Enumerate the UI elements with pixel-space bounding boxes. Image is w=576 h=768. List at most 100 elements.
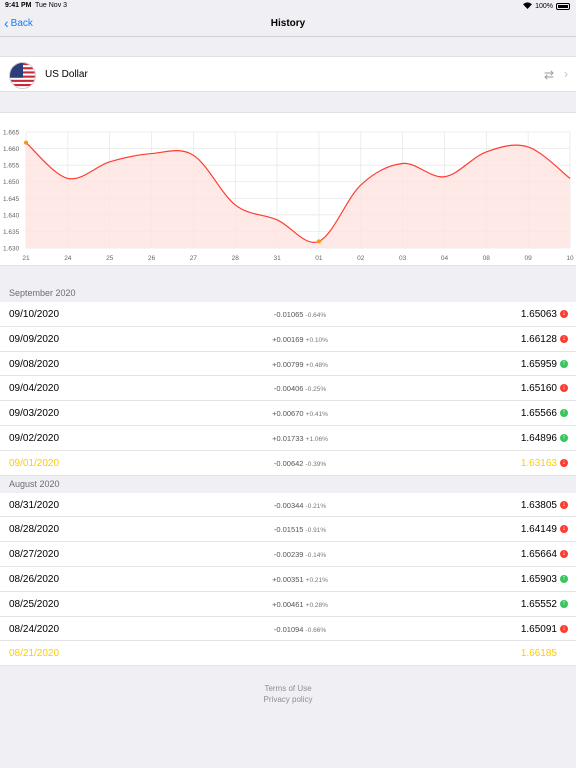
chart-svg: 1.665 1.660 1.655 1.650 1.645 1.640 1.635 1.630… [3, 130, 574, 263]
row-change: -0.01094 -0.66% [200, 625, 400, 634]
arrow-up-icon: ↑ [560, 409, 568, 418]
row-date: 08/24/2020 [9, 623, 60, 635]
arrow-down-icon: ↓ [560, 500, 568, 509]
change-value: -0.00406 [273, 384, 304, 394]
status-right: 100% [523, 2, 570, 11]
arrow-down-icon: ↓ [560, 334, 568, 343]
wifi-icon [523, 2, 533, 11]
row-change: -0.00406 -0.25% [200, 384, 400, 393]
history-row[interactable]: 09/04/2020 -0.00406 -0.25% 1.65160 ↓ [0, 376, 576, 402]
arrow-down-icon: ↓ [560, 624, 568, 633]
row-rate: 1.65959 [520, 358, 557, 370]
status-time: 9:41 PM [5, 2, 32, 9]
arrow-down-icon: ↓ [560, 525, 568, 534]
rate-chart: 1.665 1.660 1.655 1.650 1.645 1.640 1.635 1.630… [0, 112, 576, 266]
history-row[interactable]: 08/27/2020 -0.00239 -0.14% 1.65664 ↓ [0, 542, 576, 567]
row-date: 08/28/2020 [9, 524, 60, 536]
y-tick-label: 1.655 [3, 163, 20, 170]
x-tick-label: 01 [315, 255, 323, 262]
change-percent: -0.39% [305, 460, 327, 468]
change-value: -0.00344 [273, 500, 304, 510]
row-rate: 1.64896 [520, 432, 557, 444]
row-rate: 1.65063 [520, 309, 557, 320]
y-tick-label: 1.650 [3, 179, 20, 186]
history-row[interactable]: 09/03/2020 +0.00670 +0.41% 1.65566 ↑ [0, 401, 576, 426]
history-list: September 2020 09/10/2020 -0.01065 -0.64% 1… [0, 285, 576, 667]
x-tick-label: 04 [441, 255, 449, 262]
change-percent: -0.66% [305, 626, 327, 634]
chevron-right-icon: › [564, 67, 568, 81]
row-date: 08/27/2020 [9, 549, 60, 561]
change-percent: +0.48% [305, 361, 328, 369]
history-row[interactable]: 08/31/2020 -0.00344 -0.21% 1.63805 ↓ [0, 492, 576, 518]
x-tick-label: 10 [566, 255, 574, 262]
status-bar: 9:41 PM Tue Nov 3 100% [0, 0, 576, 12]
row-change: +0.00799 +0.48% [200, 360, 400, 369]
row-date: 08/25/2020 [9, 598, 60, 610]
row-change: +0.00351 +0.21% [200, 575, 400, 584]
history-row[interactable]: 09/09/2020 +0.00169 +0.10% 1.66128 ↓ [0, 326, 576, 352]
data-point-marker [316, 239, 321, 244]
history-row[interactable]: 09/01/2020 -0.00642 -0.39% 1.63163 ↓ [0, 450, 576, 476]
currency-row[interactable]: US Dollar ⇄ › [0, 56, 576, 92]
x-tick-label: 25 [106, 255, 114, 262]
y-tick-label: 1.665 [3, 130, 20, 137]
x-tick-label: 08 [483, 255, 491, 262]
arrow-down-icon: ↓ [560, 458, 568, 467]
change-percent: +0.41% [305, 411, 328, 419]
row-change: -0.00239 -0.14% [200, 550, 400, 559]
change-percent: +0.21% [305, 576, 328, 584]
arrow-up-icon: ↑ [560, 433, 568, 442]
series-area [26, 142, 570, 248]
footer: Terms of Use Privacy policy [0, 684, 576, 706]
row-date: 09/09/2020 [9, 333, 60, 345]
x-tick-label: 26 [148, 255, 156, 262]
status-date: Tue Nov 3 [35, 2, 68, 9]
row-date: 08/21/2020 [9, 648, 60, 660]
history-row[interactable]: 09/10/2020 -0.01065 -0.64% 1.65063 ↓ [0, 302, 576, 327]
change-percent: +1.06% [305, 435, 328, 443]
row-date: 09/03/2020 [9, 408, 60, 420]
row-rate: 1.65091 [520, 623, 557, 635]
row-change: -0.00642 -0.39% [200, 459, 400, 468]
y-tick-label: 1.645 [3, 196, 20, 203]
history-row[interactable]: 08/28/2020 -0.01515 -0.91% 1.64149 ↓ [0, 517, 576, 543]
row-rate: 1.63805 [520, 499, 557, 511]
row-change: +0.00169 +0.10% [200, 335, 400, 344]
section-header: August 2020 [0, 475, 576, 493]
change-value: -0.01094 [273, 624, 304, 634]
page-title: History [270, 18, 306, 29]
history-row[interactable]: 08/25/2020 +0.00461 +0.28% 1.65552 ↑ [0, 591, 576, 617]
history-row[interactable]: 08/26/2020 +0.00351 +0.21% 1.65903 ↑ [0, 566, 576, 592]
change-percent: -0.25% [305, 386, 327, 394]
us-flag-icon [9, 62, 36, 89]
x-tick-label: 24 [64, 255, 72, 262]
x-tick-label: 31 [273, 255, 281, 262]
terms-of-use-link[interactable]: Terms of Use [0, 684, 576, 693]
change-value: -0.01065 [273, 310, 304, 319]
history-row[interactable]: 08/24/2020 -0.01094 -0.66% 1.65091 ↓ [0, 616, 576, 642]
navigation-bar: ‹ Back History [0, 12, 576, 37]
change-percent: +0.10% [305, 336, 328, 344]
swap-icon[interactable]: ⇄ [544, 68, 554, 82]
history-row[interactable]: 08/21/2020 1.66185 [0, 641, 576, 667]
row-date: 09/02/2020 [9, 432, 60, 444]
y-tick-label: 1.630 [3, 246, 20, 253]
y-tick-label: 1.660 [3, 146, 20, 153]
change-value: -0.00642 [273, 458, 304, 468]
arrow-up-icon: ↑ [560, 574, 568, 583]
change-value: +0.00670 [272, 409, 304, 419]
row-rate: 1.65903 [520, 573, 557, 585]
arrow-up-icon: ↑ [560, 599, 568, 608]
history-row[interactable]: 09/02/2020 +0.01733 +1.06% 1.64896 ↑ [0, 425, 576, 451]
section-header: September 2020 [0, 285, 576, 302]
row-rate: 1.66128 [520, 333, 557, 345]
history-row[interactable]: 09/08/2020 +0.00799 +0.48% 1.65959 ↑ [0, 351, 576, 377]
privacy-policy-link[interactable]: Privacy policy [0, 695, 576, 704]
row-rate: 1.65552 [520, 598, 557, 610]
change-percent: +0.28% [305, 601, 328, 609]
row-rate: 1.63163 [520, 457, 557, 469]
row-change: -0.00344 -0.21% [200, 501, 400, 510]
arrow-up-icon: ↑ [560, 359, 568, 368]
row-change: +0.00461 +0.28% [200, 600, 400, 609]
